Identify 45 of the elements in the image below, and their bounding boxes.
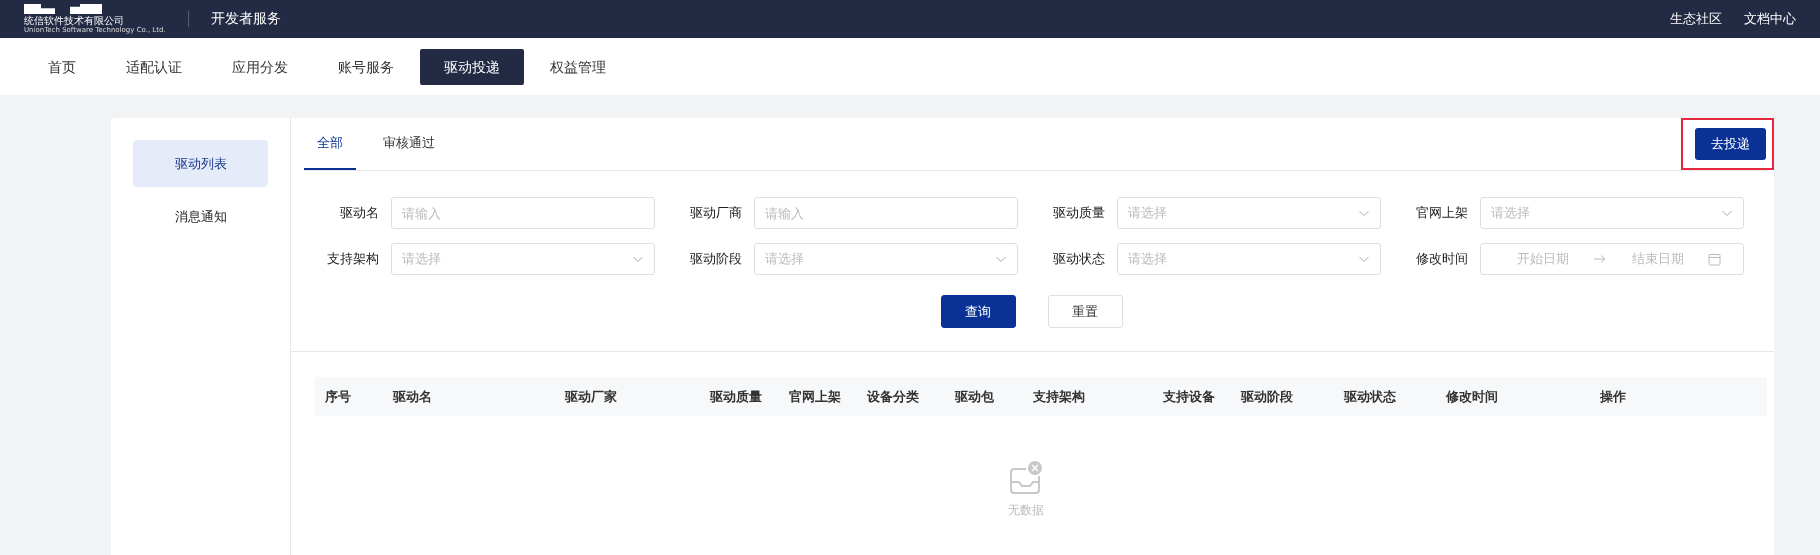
text-input-field[interactable]: 请输入 [391,197,655,229]
search-button[interactable]: 查询 [940,295,1016,328]
filter-tab[interactable]: 审核通过 [370,118,448,170]
site-title: 开发者服务 [210,10,281,28]
column-header: 官网上架 [788,387,842,406]
nav-tab[interactable]: 应用分发 [208,48,312,85]
filter-tab[interactable]: 全部 [304,118,356,170]
column-header: 支持设备 [1162,387,1216,406]
column-header: 序号 [324,387,352,406]
column-header: 设备分类 [866,387,920,406]
calendar-icon [1707,252,1721,266]
column-header: 驱动质量 [708,387,763,406]
filter-label: 驱动名 [339,204,380,222]
column-header: 支持架构 [1032,387,1086,406]
empty-inbox-icon [1008,460,1044,496]
column-header: 驱动名 [391,387,433,406]
filter-label: 驱动阶段 [689,250,743,268]
column-header: 操作 [1599,387,1627,406]
nav-tab[interactable]: 首页 [24,48,100,85]
nav-tab[interactable]: 驱动投递 [420,48,524,85]
filter-label: 修改时间 [1415,250,1469,268]
column-header: 修改时间 [1444,387,1499,406]
filter-label: 官网上架 [1415,204,1469,222]
logo-text: 统信软件技术有限公司 [24,15,124,26]
empty-text: 无数据 [1008,502,1044,519]
sidebar-item[interactable]: 驱动列表 [133,140,268,187]
submit-driver-button[interactable]: 去投递 [1695,128,1766,160]
filter-label: 驱动质量 [1052,204,1106,222]
filter-label: 驱动状态 [1052,250,1106,268]
filter-label: 驱动厂商 [689,204,743,222]
logo-mark-icon [24,4,102,14]
text-input-field[interactable]: 请输入 [754,197,1018,229]
header-link[interactable]: 文档中心 [1744,10,1796,28]
column-header: 驱动厂家 [563,387,618,406]
filter-label: 支持架构 [326,250,380,268]
arrow-right-icon [1593,254,1608,264]
column-header: 驱动状态 [1342,387,1397,406]
nav-tab[interactable]: 适配认证 [102,48,206,85]
header-link[interactable]: 生态社区 [1670,10,1722,28]
nav-tab[interactable]: 账号服务 [314,48,418,85]
column-header: 驱动包 [953,387,995,406]
column-header: 驱动阶段 [1239,387,1294,406]
reset-button[interactable]: 重置 [1047,295,1123,328]
sidebar-item[interactable]: 消息通知 [133,193,268,240]
nav-tab[interactable]: 权益管理 [526,48,630,85]
